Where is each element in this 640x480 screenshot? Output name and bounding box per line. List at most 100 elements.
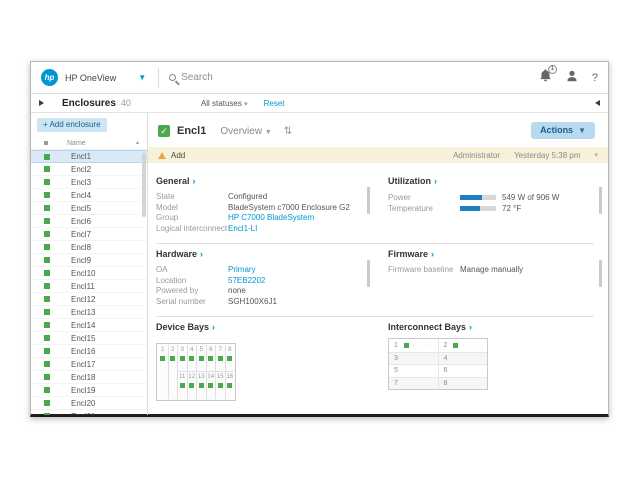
interconnect-bay-cell[interactable]: 5 [389,365,439,377]
device-bay-cell[interactable]: 14 [207,372,216,399]
general-section-link[interactable]: General› [156,176,362,186]
utilization-section-link[interactable]: Utilization› [388,176,594,186]
interconnect-bay-cell[interactable]: 1 [389,339,439,352]
reset-link[interactable]: Reset [264,99,285,108]
bay-number: 12 [188,372,197,380]
enclosure-list-item[interactable]: Encl1 [31,150,147,163]
actions-button[interactable]: Actions▼ [531,122,595,139]
enclosure-list-item[interactable]: Encl4 [31,189,147,202]
enclosure-list-item[interactable]: Encl13 [31,306,147,319]
name-column-header[interactable]: Name [67,140,86,147]
utilization-section: Utilization› Power 549 W of 906 W [388,176,594,234]
device-bay-cell[interactable]: 1 [158,345,168,372]
enclosure-name: Encl13 [71,308,95,317]
interconnect-bay-cell[interactable]: 6 [439,365,488,377]
enclosure-list-item[interactable]: Encl18 [31,371,147,384]
view-selector-dropdown[interactable]: Overview ▼ [220,126,271,137]
enclosure-list-item[interactable]: Encl2 [31,163,147,176]
device-bay-cell[interactable] [169,372,178,399]
device-bay-cell[interactable]: 11 [178,372,187,399]
device-bay-cell[interactable] [158,372,168,399]
device-bay-cell[interactable]: 15 [216,372,225,399]
firmware-section-link[interactable]: Firmware› [388,249,594,259]
ports-icon [409,342,433,349]
hardware-section-link[interactable]: Hardware› [156,249,362,259]
interconnect-bay-row: 1 2 [389,339,487,352]
status-filter-dropdown[interactable]: All statuses ▾ [201,99,248,108]
bay-number: 5 [197,345,206,353]
scrollbar-thumb[interactable] [142,153,146,217]
enclosure-list-item[interactable]: Encl5 [31,202,147,215]
device-bay-column: 3 11 [177,345,187,399]
expand-panel-icon[interactable] [39,100,44,106]
map-view-icon[interactable]: ⇅ [284,126,292,137]
bay-status-ok-icon [227,383,232,388]
interconnect-bay-cell[interactable]: 2 [439,339,488,352]
help-button[interactable]: ? [592,72,598,84]
interconnect-bay-cell[interactable]: 4 [439,353,488,365]
enclosure-list-item[interactable]: Encl19 [31,384,147,397]
enclosure-list-item[interactable]: Encl16 [31,345,147,358]
enclosure-list-item[interactable]: Encl10 [31,267,147,280]
status-ok-icon [44,413,50,415]
search-input[interactable] [181,72,401,83]
collapse-panel-icon[interactable] [595,100,600,106]
device-bays-section-link[interactable]: Device Bays› [156,322,362,332]
enclosure-list-item[interactable]: Encl15 [31,332,147,345]
list-header: Name ▲ [31,137,147,150]
enclosure-list-item[interactable]: Encl3 [31,176,147,189]
bay-number: 3 [394,355,398,362]
device-bay-cell[interactable]: 7 [216,345,225,372]
firmware-section: Firmware› Firmware baseline Manage manua… [388,249,594,307]
task-time: Yesterday 5:38 pm [514,151,580,160]
enclosure-list-item[interactable]: Encl9 [31,254,147,267]
device-bay-cell[interactable]: 6 [207,345,216,372]
device-bay-cell[interactable]: 4 [188,345,197,372]
device-bay-cell[interactable]: 13 [197,372,206,399]
interconnect-bay-cell[interactable]: 3 [389,353,439,365]
main-menu-chevron-icon[interactable]: ▼ [138,73,146,82]
device-bay-cell[interactable]: 8 [226,345,235,372]
section-row: Hardware› OA Primary Location 57EB [156,244,594,317]
device-bay-cell[interactable]: 2 [169,345,178,372]
notifications-button[interactable]: 1 [539,69,552,87]
device-bay-cell[interactable]: 5 [197,345,206,372]
enclosure-list-item[interactable]: Encl6 [31,215,147,228]
enclosure-list-item[interactable]: Encl17 [31,358,147,371]
top-bar: hp HP OneView ▼ 1 ? [31,62,608,94]
search-bar[interactable] [169,72,539,83]
add-enclosure-button[interactable]: + Add enclosure [37,118,107,132]
enclosure-name: Encl21 [71,412,95,416]
enclosure-list-item[interactable]: Encl20 [31,397,147,410]
enclosure-list-item[interactable]: Encl14 [31,319,147,332]
enclosure-list-item[interactable]: Encl8 [31,241,147,254]
device-bay-cell[interactable]: 16 [226,372,235,399]
device-bay-cell[interactable]: 3 [178,345,187,372]
detail-row: Logical interconnect Encl1-LI [156,224,362,235]
task-expand-icon[interactable]: ▾ [594,151,598,159]
field-label: Group [156,213,228,224]
sort-asc-icon[interactable]: ▲ [135,140,140,146]
detail-row: OA Primary [156,265,362,276]
user-button[interactable] [566,69,578,87]
enclosure-list-item[interactable]: Encl21 [31,410,147,415]
device-bay-cell[interactable]: 12 [188,372,197,399]
utilization-bar [460,206,496,211]
enclosure-name: Encl8 [71,243,91,252]
bay-status-ok-icon [227,356,232,361]
enclosure-list-item[interactable]: Encl11 [31,280,147,293]
enclosure-list-item[interactable]: Encl12 [31,293,147,306]
task-banner[interactable]: Add Administrator Yesterday 5:38 pm ▾ [148,147,608,163]
status-ok-icon [44,270,50,276]
bay-number: 8 [444,380,448,387]
status-ok-check-icon: ✓ [158,125,170,137]
enclosure-name: Encl17 [71,360,95,369]
interconnect-bays-section-link[interactable]: Interconnect Bays› [388,322,594,332]
enclosure-list-item[interactable]: Encl7 [31,228,147,241]
task-label: Add [171,151,185,160]
interconnect-bay-cell[interactable]: 8 [439,378,488,390]
interconnect-bay-cell[interactable]: 7 [389,378,439,390]
enclosure-name: Encl19 [71,386,95,395]
field-label: State [156,192,228,203]
detail-row: Model BladeSystem c7000 Enclosure G2 [156,203,362,214]
